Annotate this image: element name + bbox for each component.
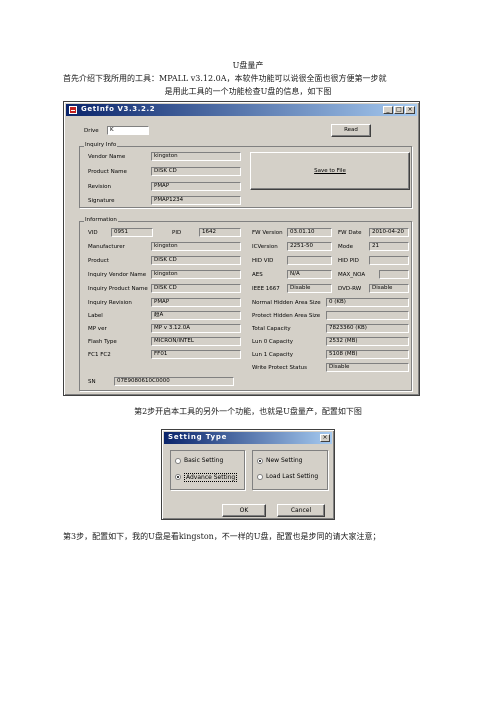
intro-line-1: 首先介绍下我所用的工具：MPALL v3.12.0A，本软件功能可以说很全面也很… xyxy=(63,74,387,83)
cancel-button[interactable]: Cancel xyxy=(277,504,325,517)
dvd-rw-field: Disable xyxy=(369,284,409,293)
hid-pid-label: HID PID xyxy=(338,258,359,264)
product-label: Product xyxy=(88,258,109,264)
inquiry-revision-label: Inquiry Revision xyxy=(88,300,132,306)
lun1-capacity-label: Lun 1 Capacity xyxy=(252,352,293,358)
signature-label: Signature xyxy=(88,198,115,204)
normal-hidden-area-label: Normal Hidden Area Size xyxy=(252,300,321,306)
max-noa-field xyxy=(379,270,409,279)
inquiry-product-field: DISK CD xyxy=(151,284,241,293)
fw-version-field: 03.01.10 xyxy=(287,228,332,237)
mode-label: Mode xyxy=(338,244,353,250)
manufacturer-field: kingston xyxy=(151,242,241,251)
step2-text: 第2步开启本工具的另外一个功能，也就是U盘量产，配置如下图 xyxy=(134,407,362,416)
intro-line-2: 是用此工具的一个功能检查U盘的信息，如下图 xyxy=(164,87,332,96)
inquiry-info-title: Inquiry Info xyxy=(84,142,118,148)
normal-hidden-area-field: 0 (KB) xyxy=(326,298,409,307)
doc-title: U盘量产 xyxy=(232,61,264,70)
vendor-name-field: kingston xyxy=(151,152,241,161)
flash-type-field: MICRON/INTEL xyxy=(151,337,241,346)
lun1-capacity-field: 5108 (MB) xyxy=(326,350,409,359)
aes-field: N/A xyxy=(287,270,332,279)
setting-type-dialog: Setting Type × Basic Setting Advance Set… xyxy=(161,429,335,520)
revision-label: Revision xyxy=(88,184,111,190)
sn-field: 07E9080610C0000 xyxy=(114,377,234,386)
manufacturer-label: Manufacturer xyxy=(88,244,125,250)
basic-setting-label: Basic Setting xyxy=(184,457,224,464)
product-field: DISK CD xyxy=(151,256,241,265)
ok-button[interactable]: OK xyxy=(222,504,266,517)
product-name-field: DISK CD xyxy=(151,167,241,176)
fw-date-field: 2010-04-20 xyxy=(369,228,409,237)
total-capacity-label: Total Capacity xyxy=(252,326,291,332)
product-name-label: Product Name xyxy=(88,169,127,175)
lun0-capacity-label: Lun 0 Capacity xyxy=(252,339,293,345)
write-protect-label: Write Protect Status xyxy=(252,365,307,371)
vid-field: 0951 xyxy=(111,228,153,237)
protect-hidden-area-label: Protect Hidden Area Size xyxy=(252,313,321,319)
basic-setting-radio[interactable] xyxy=(175,458,181,464)
dvd-rw-label: DVD-RW xyxy=(338,286,362,292)
dialog-close-button[interactable]: × xyxy=(320,434,330,442)
information-title: Information xyxy=(84,217,118,223)
lun0-capacity-field: 2532 (MB) xyxy=(326,337,409,346)
fc1-fc2-label: FC1 FC2 xyxy=(88,352,111,358)
maximize-button[interactable]: □ xyxy=(394,106,404,114)
total-capacity-field: 7823360 (KB) xyxy=(326,324,409,333)
protect-hidden-area-field xyxy=(326,311,409,320)
vid-label: VID xyxy=(88,230,98,236)
ic-version-label: ICVersion xyxy=(252,244,278,250)
max-noa-label: MAX_NOA xyxy=(338,272,366,278)
load-last-setting-radio[interactable] xyxy=(257,474,263,480)
ieee-1667-label: IEEE 1667 xyxy=(252,286,280,292)
minimize-button[interactable]: _ xyxy=(383,106,393,114)
flash-type-label: Flash Type xyxy=(88,339,117,345)
getinfo-window: GetInfo V3.3.2.2 _ □ × Drive K Read Inqu… xyxy=(63,101,420,396)
setting-type-title: Setting Type xyxy=(168,433,228,441)
fw-version-label: FW Version xyxy=(252,230,283,236)
getinfo-titlebar[interactable]: GetInfo V3.3.2.2 _ □ × xyxy=(66,104,417,116)
label-label: Label xyxy=(88,313,103,319)
step3-text: 第3步，配置如下，我的U盘是看kingston，不一样的U盘，配置也是步同的请大… xyxy=(63,532,381,541)
new-setting-radio[interactable] xyxy=(257,458,263,464)
mp-ver-label: MP ver xyxy=(88,326,107,332)
label-field: 超A xyxy=(151,311,241,320)
fw-date-label: FW Date xyxy=(338,230,362,236)
close-button[interactable]: × xyxy=(405,106,415,114)
inquiry-product-label: Inquiry Product Name xyxy=(88,286,148,292)
hid-pid-field xyxy=(369,256,409,265)
getinfo-title: GetInfo V3.3.2.2 xyxy=(81,105,156,113)
sn-label: SN xyxy=(88,379,96,385)
mode-field: 21 xyxy=(369,242,409,251)
app-icon xyxy=(69,106,77,114)
setting-right-group xyxy=(252,450,328,490)
inquiry-vendor-label: Inquiry Vendor Name xyxy=(88,272,147,278)
ieee-1667-field: Disable xyxy=(287,284,332,293)
vendor-name-label: Vendor Name xyxy=(88,154,126,160)
fc1-fc2-field: FF01 xyxy=(151,350,241,359)
hid-vid-field xyxy=(287,256,332,265)
hid-vid-label: HID VID xyxy=(252,258,274,264)
pid-label: PID xyxy=(172,230,182,236)
setting-type-titlebar[interactable]: Setting Type × xyxy=(164,432,332,444)
mp-ver-field: MP v 3.12.0A xyxy=(151,324,241,333)
signature-field: PMAP1234 xyxy=(151,196,241,205)
advance-setting-label: Advance Setting xyxy=(184,473,238,482)
drive-select[interactable]: K xyxy=(107,126,149,135)
inquiry-revision-field: PMAP xyxy=(151,298,241,307)
advance-setting-radio[interactable] xyxy=(175,474,181,480)
pid-field: 1642 xyxy=(199,228,241,237)
setting-left-group xyxy=(170,450,245,490)
write-protect-field: Disable xyxy=(326,363,409,372)
inquiry-vendor-field: kingston xyxy=(151,270,241,279)
ic-version-field: 2251-50 xyxy=(287,242,332,251)
new-setting-label: New Setting xyxy=(266,457,303,464)
aes-label: AES xyxy=(252,272,263,278)
save-to-file-button[interactable]: Save to File xyxy=(250,152,410,190)
load-last-setting-label: Load Last Setting xyxy=(266,473,319,480)
revision-field: PMAP xyxy=(151,182,241,191)
read-button[interactable]: Read xyxy=(331,124,371,137)
drive-label: Drive xyxy=(84,128,99,134)
